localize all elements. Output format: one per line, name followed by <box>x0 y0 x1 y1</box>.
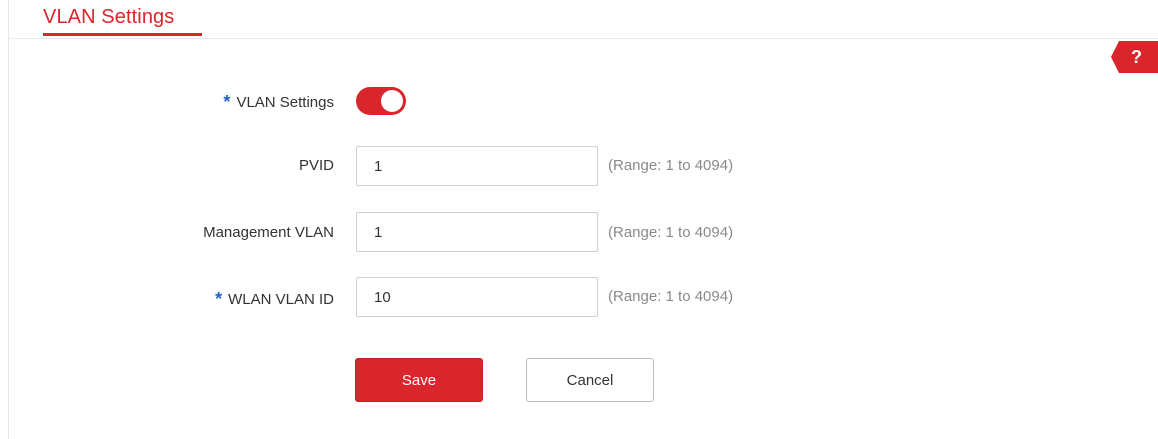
wlan-vlan-id-input[interactable] <box>356 277 598 317</box>
toggle-knob <box>381 90 403 112</box>
question-mark-icon: ? <box>1131 46 1142 67</box>
vlan-settings-label: * VLAN Settings <box>223 91 334 112</box>
section-title: VLAN Settings <box>43 6 175 28</box>
wlan-vlan-id-range-hint: (Range: 1 to 4094) <box>608 288 734 305</box>
required-asterisk-icon: * <box>215 289 223 309</box>
pvid-label: PVID <box>298 157 334 174</box>
management-vlan-input[interactable] <box>356 212 598 252</box>
save-button[interactable]: Save <box>355 358 483 402</box>
management-vlan-label: Management VLAN <box>203 224 334 241</box>
vlan-settings-label-text: VLAN Settings <box>236 94 334 111</box>
vlan-settings-toggle[interactable] <box>356 87 406 115</box>
cancel-button[interactable]: Cancel <box>526 358 654 402</box>
pvid-range-hint: (Range: 1 to 4094) <box>608 157 734 174</box>
wlan-vlan-id-label: * WLAN VLAN ID <box>215 288 334 309</box>
help-button[interactable]: ? <box>1111 41 1158 73</box>
section-title-underline <box>43 33 202 36</box>
management-vlan-range-hint: (Range: 1 to 4094) <box>608 224 734 241</box>
wlan-vlan-id-label-text: WLAN VLAN ID <box>228 291 334 308</box>
header-divider <box>9 38 1158 39</box>
required-asterisk-icon: * <box>223 92 231 112</box>
pvid-input[interactable] <box>356 146 598 186</box>
